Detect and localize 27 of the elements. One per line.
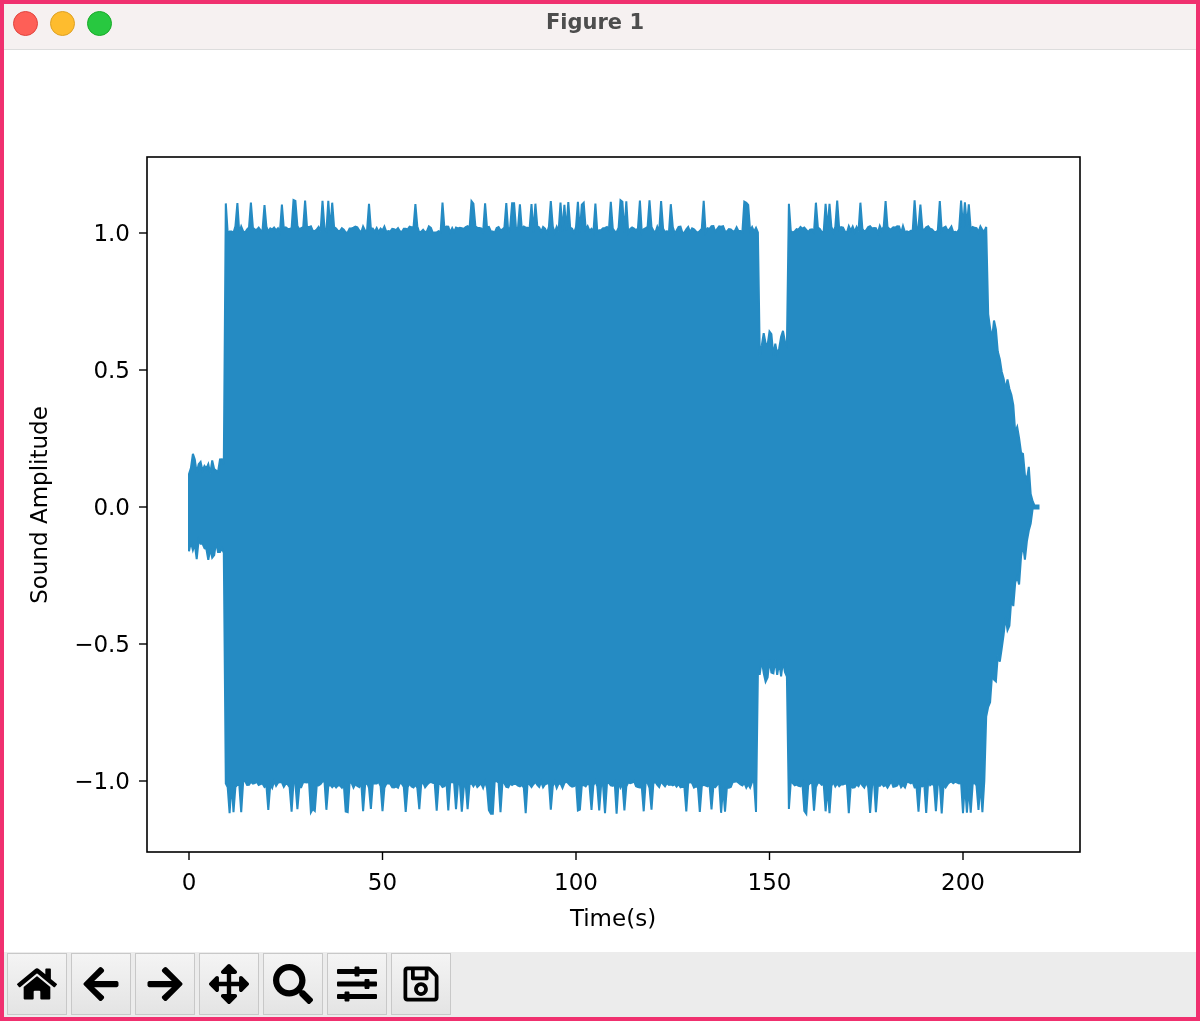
x-tick-label: 150 bbox=[747, 869, 792, 895]
move-arrows-icon bbox=[209, 964, 249, 1004]
toolbar-button[interactable] bbox=[263, 953, 323, 1015]
x-tick-label: 50 bbox=[367, 869, 398, 895]
toolbar-button[interactable] bbox=[135, 953, 195, 1015]
back-arrow-icon bbox=[81, 964, 121, 1004]
toolbar-button[interactable] bbox=[71, 953, 131, 1015]
y-tick-label: 0.5 bbox=[93, 357, 130, 383]
x-tick-label: 200 bbox=[941, 869, 985, 895]
forward-arrow-icon bbox=[145, 964, 185, 1004]
sliders-icon bbox=[337, 964, 377, 1004]
y-axis-label: Sound Amplitude bbox=[26, 406, 52, 604]
search-icon bbox=[273, 964, 313, 1004]
y-tick-label: −1.0 bbox=[74, 768, 130, 794]
window-title: Figure 1 bbox=[545, 8, 645, 36]
toolbar-button[interactable] bbox=[7, 953, 67, 1015]
toolbar-button[interactable] bbox=[199, 953, 259, 1015]
close-button[interactable] bbox=[13, 11, 38, 36]
y-tick-label: 1.0 bbox=[93, 220, 130, 246]
x-axis-label: Time(s) bbox=[569, 905, 657, 931]
x-tick-label: 100 bbox=[554, 869, 598, 895]
y-tick-label: −0.5 bbox=[74, 631, 130, 657]
x-tick-label: 0 bbox=[181, 869, 197, 895]
toolbar-button[interactable] bbox=[327, 953, 387, 1015]
y-tick-label: 0.0 bbox=[93, 494, 130, 520]
toolbar-button[interactable] bbox=[391, 953, 451, 1015]
save-icon bbox=[401, 964, 441, 1004]
